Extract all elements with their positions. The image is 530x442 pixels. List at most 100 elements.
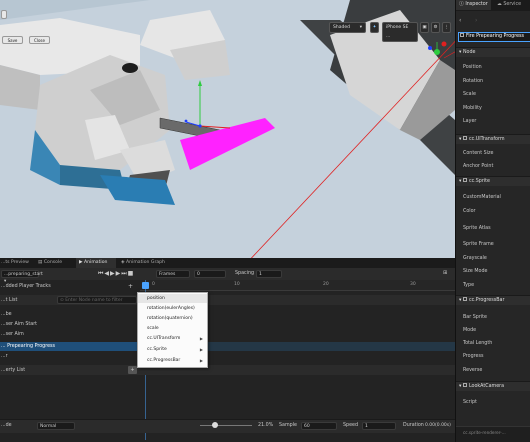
node-filter-input[interactable]: ⊙ Enter Node name to filter	[57, 296, 137, 304]
device-select-value: iPhone SE ...	[386, 25, 409, 39]
playback-controls[interactable]: ⏮◀▶▶⏭■	[98, 270, 134, 278]
uitransform-enabled-checkbox[interactable]	[462, 136, 467, 140]
scene-toolbar-tool[interactable]	[1, 10, 7, 19]
node-name-field[interactable]: Fire Prepearing Progress	[458, 32, 530, 42]
scene-view[interactable]: Save Close Shaded ▾ ✦ iPhone SE ... ▣ ⚙ …	[0, 0, 455, 258]
bottom-tab-bar	[0, 258, 455, 268]
zoom-slider-thumb[interactable]	[212, 422, 218, 428]
prop-layer: Layer	[463, 119, 477, 124]
scene-button-close-label: Close	[34, 38, 45, 43]
section-node[interactable]: ▾ Node	[456, 47, 530, 57]
prop-rotation: Rotation	[463, 79, 484, 84]
wrap-mode-select[interactable]: Normal	[37, 422, 75, 430]
shading-select-value: Shaded	[333, 25, 350, 30]
prop-position: Position	[463, 65, 482, 70]
animation-panel: ...ts Preview ▤ Console ▶ Animation ◈ An…	[0, 258, 455, 442]
chevron-right-icon: ▶	[199, 347, 203, 352]
duration-value: 0.00(0.00s)	[425, 423, 451, 428]
menu-item-label: cc.Sprite	[147, 347, 167, 352]
node-item[interactable]: ...be	[0, 310, 137, 319]
menu-item-sprite[interactable]: cc.Sprite ▶	[138, 345, 207, 354]
wrap-mode-label: ...de	[1, 423, 12, 428]
zoom-slider-track[interactable]	[200, 425, 252, 426]
menu-item-progressbar[interactable]: cc.ProgressBar ▶	[138, 356, 207, 365]
section-lookatcamera[interactable]: ▾ LookAtCamera	[456, 381, 530, 391]
node-list-label: ...t List	[1, 298, 18, 303]
clip-select[interactable]: ...preparing_start ▾	[1, 270, 43, 284]
node-item[interactable]: ...ser Aim	[0, 330, 137, 339]
tab-animation[interactable]: ▶ Animation	[76, 258, 116, 268]
menu-item-label: scale	[147, 326, 159, 331]
add-property-button[interactable]: +	[128, 366, 137, 374]
shading-select[interactable]: Shaded ▾	[329, 22, 366, 33]
section-uitransform-label: cc.UITransform	[468, 137, 505, 142]
inspector-panel: ⓘ Inspector ☁ Service ‹ › Fire Prepearin…	[455, 0, 530, 442]
menu-item-label: cc.UITransform	[147, 336, 181, 341]
device-select[interactable]: iPhone SE ...	[382, 22, 418, 42]
prop-mobility: Mobility	[463, 106, 482, 111]
scene-button-save[interactable]: Save	[2, 36, 23, 44]
tracks-header: ...dded Player Tracks	[1, 282, 139, 291]
toolbar-extra-icon[interactable]: ⊞	[443, 270, 447, 276]
menu-item-label: rotation(eulerAngles)	[147, 306, 195, 311]
tab-assets-preview-label: ...ts Preview	[1, 260, 29, 265]
more-icon[interactable]: ⋮	[442, 22, 451, 33]
node-item[interactable]: ...ser Aim Start	[0, 320, 137, 329]
node-filter-placeholder: Enter Node name to filter	[65, 298, 123, 303]
camera-icon[interactable]: ▣	[420, 22, 429, 33]
spacing-input-value: 1	[259, 272, 262, 277]
lookatcamera-enabled-checkbox[interactable]	[462, 383, 467, 387]
menu-item-scale[interactable]: scale	[138, 324, 207, 333]
inspector-footer-label: cc.sprite-renderer-...	[463, 430, 506, 435]
node-item-selected[interactable]: ... Prepearing Progress	[0, 342, 137, 351]
chevron-right-icon: ▶	[199, 336, 203, 341]
section-progressbar[interactable]: ▾ cc.ProgressBar	[456, 295, 530, 305]
prop-reverse: Reverse	[463, 368, 483, 373]
section-node-label: Node	[462, 50, 476, 55]
ruler-tick-20: 20	[323, 282, 329, 287]
chevron-down-icon: ▾	[359, 25, 362, 30]
property-list-header	[0, 365, 455, 375]
node-active-checkbox[interactable]	[460, 33, 464, 37]
tab-assets-preview[interactable]: ...ts Preview	[0, 258, 35, 268]
sample-input[interactable]: 60	[301, 422, 337, 430]
prop-color: Color	[463, 209, 476, 214]
prop-type: Type	[463, 283, 475, 288]
add-property-context-menu: position rotation(eulerAngles) rotation(…	[137, 292, 208, 368]
menu-item-position[interactable]: position	[138, 294, 207, 303]
back-arrow-icon[interactable]: ‹	[459, 17, 461, 24]
tab-inspector-label: Inspector	[465, 2, 488, 7]
light-toggle-icon[interactable]: ✦	[370, 22, 379, 33]
scene-button-close[interactable]: Close	[29, 36, 50, 44]
add-track-icon[interactable]: +	[128, 282, 133, 291]
node-name-value: Fire Prepearing Progress	[466, 34, 525, 39]
spacing-label: Spacing	[235, 271, 255, 276]
section-uitransform[interactable]: ▾ cc.UITransform	[456, 134, 530, 144]
zoom-value: 21.0%	[258, 423, 274, 428]
section-sprite[interactable]: ▾ cc.Sprite	[456, 176, 530, 186]
prop-scale: Scale	[463, 92, 476, 97]
node-item[interactable]: ...r	[0, 352, 137, 361]
tab-console[interactable]: ▤ Console	[36, 258, 68, 268]
frames-select[interactable]: Frames	[156, 270, 190, 278]
menu-item-uitransform[interactable]: cc.UITransform ▶	[138, 334, 207, 343]
speed-input[interactable]: 1	[362, 422, 396, 430]
sprite-enabled-checkbox[interactable]	[462, 178, 467, 182]
menu-item-rotation-euler[interactable]: rotation(eulerAngles)	[138, 304, 207, 313]
wrap-mode-value: Normal	[40, 424, 57, 429]
menu-item-label: cc.ProgressBar	[147, 358, 181, 363]
chevron-right-icon: ▶	[199, 358, 203, 363]
tab-animation-label: Animation	[84, 260, 108, 265]
tab-inspector[interactable]: ⓘ Inspector	[456, 0, 491, 10]
prop-sprite-frame: Sprite Frame	[463, 242, 494, 247]
tab-animation-graph[interactable]: ◈ Animation Graph	[118, 258, 173, 268]
timeline-ruler[interactable]	[140, 280, 455, 291]
progressbar-enabled-checkbox[interactable]	[462, 297, 467, 301]
menu-item-rotation-quaternion[interactable]: rotation(quaternion)	[138, 314, 207, 323]
spacing-input[interactable]: 1	[256, 270, 282, 278]
frame-input[interactable]: 0	[194, 270, 226, 278]
tab-service[interactable]: ☁ Service	[494, 0, 530, 10]
gear-icon[interactable]: ⚙	[431, 22, 440, 33]
scene-button-save-label: Save	[7, 38, 18, 43]
tab-service-label: Service	[503, 2, 522, 7]
